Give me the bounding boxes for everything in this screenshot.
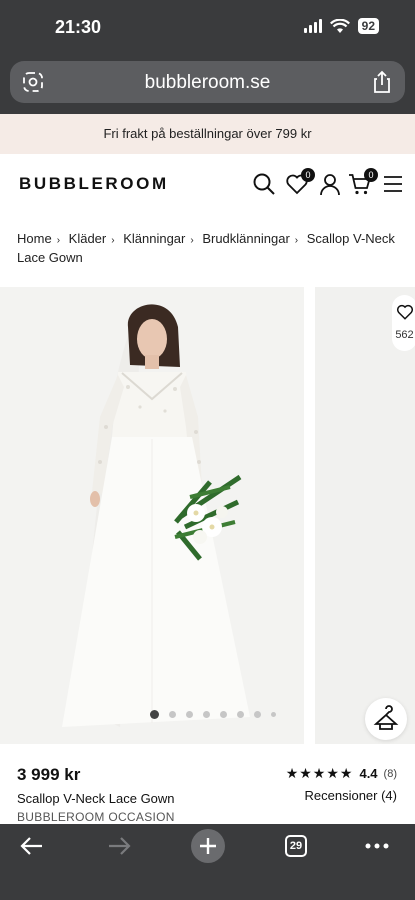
gallery-dot[interactable] [169, 711, 176, 718]
breadcrumb-brudklanningar[interactable]: Brudklänningar [202, 231, 289, 246]
rating-count: (8) [383, 767, 397, 780]
product-name: Scallop V-Neck Lace Gown [17, 791, 175, 806]
breadcrumb-home[interactable]: Home [17, 231, 52, 246]
rating-value: 4.4 [359, 766, 378, 781]
gallery-dot[interactable] [203, 711, 210, 718]
address-bar[interactable]: bubbleroom.se [10, 61, 405, 103]
product-price: 3 999 kr [17, 765, 81, 784]
site-header: BUBBLEROOM 0 0 [0, 154, 415, 216]
tabs-button[interactable]: 29 [285, 835, 307, 857]
gallery-wishlist-button[interactable]: 562 [392, 295, 415, 351]
gallery-dot[interactable] [186, 711, 193, 718]
plus-icon [200, 838, 216, 854]
status-time: 21:30 [55, 17, 102, 37]
wedding-gown-photo [62, 304, 250, 727]
cellular-signal-icon [303, 19, 322, 33]
status-bar: 21:30 92 [0, 0, 415, 56]
product-image-gallery[interactable]: 562 [0, 287, 415, 744]
status-icons: 92 [303, 18, 379, 34]
cart-button[interactable]: 0 [348, 168, 378, 196]
product-rating[interactable]: ★★★★★ 4.4 (8) [286, 765, 397, 782]
url-text[interactable]: bubbleroom.se [10, 72, 405, 94]
cart-count-badge: 0 [364, 168, 378, 182]
wishlist-count: 562 [395, 329, 414, 341]
site-logo[interactable]: BUBBLEROOM [19, 174, 169, 194]
browser-toolbar: 29 [0, 824, 415, 900]
gallery-dot[interactable] [237, 711, 244, 718]
breadcrumb: Home › Kläder › Klänningar › Brudklänningar… [17, 231, 395, 265]
new-tab-button[interactable] [191, 829, 225, 863]
breadcrumb-klanningar[interactable]: Klänningar [123, 231, 185, 246]
forward-arrow-icon[interactable] [107, 836, 131, 856]
size-guide-button[interactable] [365, 698, 407, 740]
wishlist-button[interactable]: 0 [285, 168, 315, 196]
gallery-pagination [150, 710, 276, 719]
gallery-dot[interactable] [271, 712, 276, 717]
back-arrow-icon[interactable] [20, 836, 44, 856]
breadcrumb-klader[interactable]: Kläder [69, 231, 107, 246]
wifi-icon [329, 18, 350, 33]
account-icon[interactable] [318, 172, 342, 196]
product-image-main[interactable] [0, 287, 304, 744]
product-image-next[interactable]: 562 [315, 287, 415, 744]
hanger-icon [373, 705, 399, 730]
more-options-icon[interactable] [365, 842, 389, 850]
free-shipping-banner: Fri frakt på beställningar över 799 kr [0, 114, 415, 154]
reviews-link[interactable]: Recensioner (4) [305, 788, 398, 803]
battery-indicator: 92 [357, 18, 379, 34]
gallery-dot[interactable] [254, 711, 261, 718]
browser-address-area: bubbleroom.se [0, 56, 415, 114]
search-icon[interactable] [252, 172, 276, 196]
share-icon[interactable] [371, 70, 393, 94]
gallery-dot[interactable] [220, 711, 227, 718]
wishlist-count-badge: 0 [301, 168, 315, 182]
gallery-dot[interactable] [150, 710, 159, 719]
heart-icon [396, 304, 413, 320]
rating-stars-icon: ★★★★★ [285, 765, 354, 781]
product-brand[interactable]: BUBBLEROOM OCCASION [17, 810, 175, 824]
menu-icon[interactable] [383, 172, 403, 196]
